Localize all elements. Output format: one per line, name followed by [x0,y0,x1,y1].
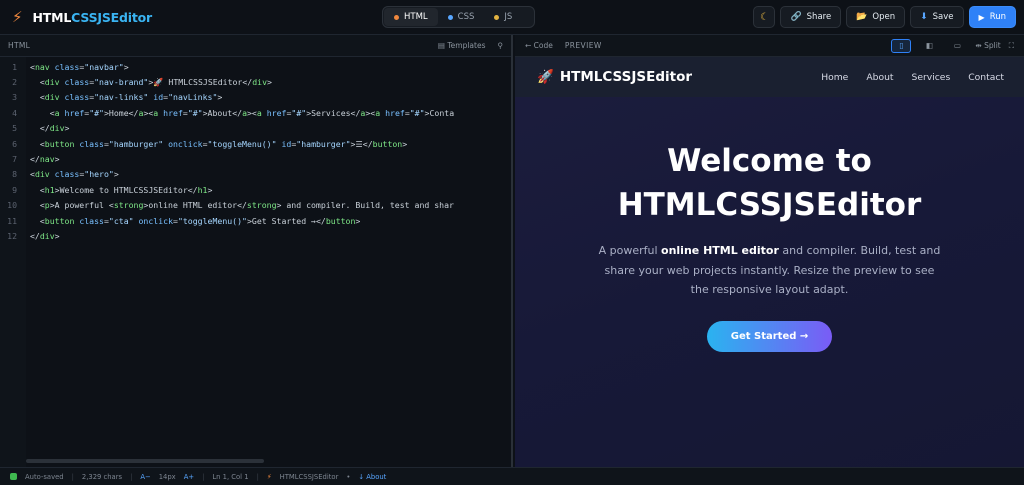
site-nav-links: Home About Services Contact [821,72,1004,83]
code-line: 10 <p>A powerful <strong>online HTML edi… [7,200,454,211]
font-size: 14px [158,472,176,481]
play-icon: ▶ [978,12,985,22]
code-line: 7 </nav> [12,154,60,165]
status-bar: Auto-saved | 2,329 chars | A− 14px A+ | … [0,467,1024,485]
about-link[interactable]: ↓ About [358,473,386,481]
code-line: 5 </div> [12,123,70,134]
tab-html[interactable]: HTML [384,8,438,26]
site-nav-about[interactable]: About [866,72,893,83]
char-count: 2,329 chars [81,472,123,481]
logo-text-rest: CSSJSEditor [71,9,152,25]
code-line: 4 <a href="#">Home</a><a href="#">About<… [12,107,455,118]
code-line: 12 </div> [7,231,60,242]
mobile-icon: ▯ [899,41,904,50]
hero-description: A powerful online HTML editor and compil… [598,244,941,296]
get-started-button[interactable]: Get Started → [707,320,832,352]
save-icon: ⬇ [920,12,928,22]
hero-title: Welcome to HTMLCSSJSEditor [617,143,922,223]
bolt-small-icon: ⚡ [266,472,272,481]
document-icon: ▤ [437,41,445,50]
open-button[interactable]: 📂 Open [846,6,906,28]
rocket-icon: 🚀 [537,69,554,85]
theme-toggle-button[interactable]: ☾ [753,6,776,28]
language-tabs: HTML CSS JS [382,6,535,28]
bolt-icon: ⚡ [12,8,23,26]
logo-text-html: HTML [32,9,72,25]
tablet-view-button[interactable]: ◧ [919,39,939,53]
mobile-view-button[interactable]: ▯ [891,38,912,53]
share-button[interactable]: 🔗 Share [780,6,842,28]
site-hero: Welcome to HTMLCSSJSEditor A powerful on… [515,139,1024,352]
preview-pane: ← Code PREVIEW ▯ ◧ ▭ ⇹ Split ⛶ 🚀 HTMLCSS… [515,35,1024,467]
desktop-view-button[interactable]: ▭ [947,39,967,53]
split-button[interactable]: ⇹ Split [975,41,1000,50]
code-line: 1 <nav class="navbar"> [12,61,129,72]
app-logo[interactable]: ⚡ HTMLCSSJSEditor [12,8,152,26]
tab-css[interactable]: CSS [438,8,485,26]
moon-icon: ☾ [759,11,769,23]
site-nav-home[interactable]: Home [821,72,848,83]
preview-title: PREVIEW [564,41,602,50]
code-line: 11 <button class="cta" onclick="toggleMe… [7,215,361,226]
save-button[interactable]: ⬇ Save [910,6,964,28]
code-line: 3 <div class="nav-links" id="navLinks"> [12,92,223,103]
site-brand[interactable]: 🚀 HTMLCSSJSEditor [537,69,692,85]
format-icon[interactable]: ⚲ [498,41,504,50]
check-icon [10,473,17,480]
back-to-code-button[interactable]: ← Code [525,41,553,50]
editor-title: HTML [8,41,31,50]
editor-header: HTML ▤ Templates ⚲ [0,35,511,57]
folder-icon: 📂 [856,12,868,22]
site-navbar: 🚀 HTMLCSSJSEditor Home About Services Co… [515,57,1024,97]
desktop-icon: ▭ [953,41,961,50]
fullscreen-icon[interactable]: ⛶ [1009,41,1014,51]
site-nav-services[interactable]: Services [912,72,951,83]
run-button[interactable]: ▶ Run [968,6,1016,28]
site-nav-contact[interactable]: Contact [968,72,1004,83]
js-dot-icon [494,14,500,20]
code-line: 9 <h1>Welcome to HTMLCSSJSEditor</h1> [12,184,213,195]
cursor-position: Ln 1, Col 1 [212,472,249,481]
code-editor-pane: HTML ▤ Templates ⚲ 1 <nav class="navbar">… [0,35,513,467]
font-decrease-button[interactable]: A− [140,473,150,481]
code-area[interactable]: 1 <nav class="navbar"> 2 <div class="nav-… [0,57,511,467]
code-line: 8 <div class="hero"> [12,169,119,180]
link-icon: 🔗 [790,12,802,22]
toolbar-actions: ☾ 🔗 Share 📂 Open ⬇ Save ▶ Run [753,6,1016,28]
split-icon: ⇹ [975,41,982,50]
autosave-status: Auto-saved [25,472,64,481]
preview-frame[interactable]: 🚀 HTMLCSSJSEditor Home About Services Co… [515,57,1024,467]
templates-button[interactable]: ▤ Templates [438,41,486,50]
css-dot-icon [447,14,453,20]
app-name-link[interactable]: HTMLCSSJSEditor [280,473,339,481]
tab-js[interactable]: JS [484,8,522,26]
tablet-icon: ◧ [925,41,933,50]
html-dot-icon [394,14,399,20]
preview-header: ← Code PREVIEW ▯ ◧ ▭ ⇹ Split ⛶ [515,35,1024,57]
code-line: 2 <div class="nav-brand">🚀 HTMLCSSJSEdit… [12,76,272,88]
code-line: 6 <button class="hamburger" onclick="tog… [12,138,408,149]
font-increase-button[interactable]: A+ [184,473,194,481]
top-bar: ⚡ HTMLCSSJSEditor HTML CSS JS ☾ 🔗 Share … [0,0,1024,35]
horizontal-scrollbar[interactable] [26,459,264,463]
